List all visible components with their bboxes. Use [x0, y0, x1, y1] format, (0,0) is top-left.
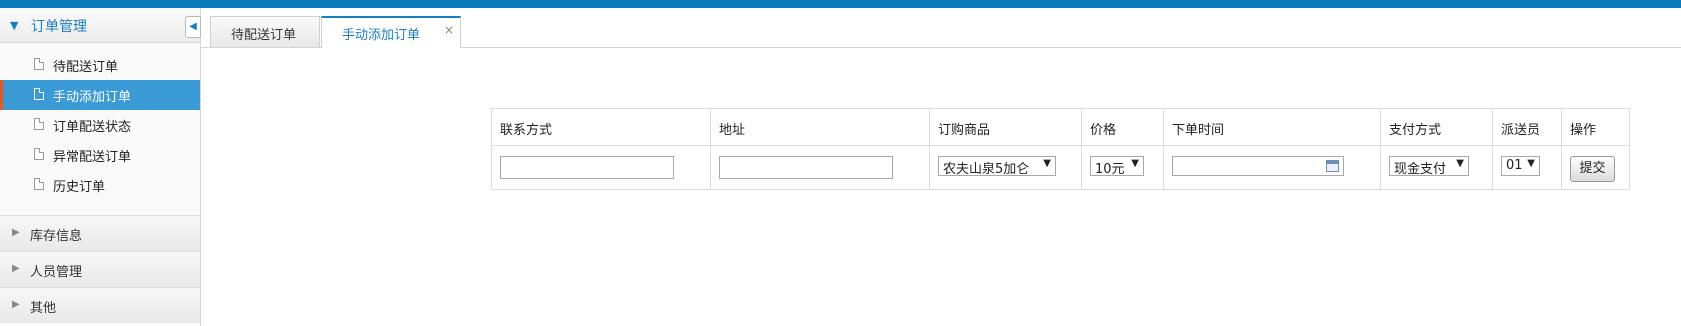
cell-payment: 现金支付 ▼: [1381, 146, 1493, 189]
tab-label: 待配送订单: [231, 28, 297, 43]
sidebar-group-personnel[interactable]: ▶ 人员管理: [0, 251, 200, 287]
sidebar-item-abnormal-orders[interactable]: 异常配送订单: [0, 140, 200, 170]
column-header-label: 订购商品: [938, 123, 991, 138]
sidebar: ▼ 订单管理 ◀ 待配送订单 手动添加订单 订单配送状态 异常配送订单 历史订单…: [0, 8, 201, 326]
caret-down-icon: ▼: [10, 19, 19, 32]
sidebar-item-label: 异常配送订单: [53, 150, 132, 165]
order-time-input[interactable]: [1172, 156, 1344, 176]
collapse-sidebar-button[interactable]: ◀: [185, 16, 201, 38]
sidebar-group-inventory[interactable]: ▶ 库存信息: [0, 215, 200, 251]
header-payment: 支付方式: [1381, 109, 1493, 146]
document-icon: [34, 58, 44, 70]
document-icon: [34, 148, 44, 160]
header-action: 操作: [1562, 109, 1629, 146]
cell-action: 提交: [1562, 146, 1629, 189]
header-price: 价格: [1082, 109, 1164, 146]
cell-product: 农夫山泉5加仑 ▼: [930, 146, 1082, 189]
header-courier: 派送员: [1493, 109, 1562, 146]
tab-bar: 待配送订单 手动添加订单 ×: [201, 16, 1681, 48]
column-header-label: 操作: [1570, 123, 1597, 138]
submit-button[interactable]: 提交: [1570, 156, 1615, 182]
sidebar-header-orders[interactable]: ▼ 订单管理 ◀: [0, 8, 201, 43]
cell-order-time: [1164, 146, 1381, 189]
column-header-label: 地址: [719, 123, 746, 138]
courier-select-value: 01: [1506, 158, 1523, 173]
sidebar-item-label: 历史订单: [53, 180, 106, 195]
sidebar-item-add-order[interactable]: 手动添加订单: [0, 80, 200, 110]
price-select[interactable]: 10元 ▼: [1090, 156, 1144, 177]
price-select-value: 10元: [1095, 162, 1125, 177]
cell-address: [711, 146, 930, 189]
document-icon: [34, 88, 44, 100]
product-select[interactable]: 农夫山泉5加仑 ▼: [938, 156, 1056, 177]
cell-courier: 01 ▼: [1493, 146, 1562, 189]
sidebar-item-label: 手动添加订单: [53, 90, 132, 105]
dropdown-arrow-icon: ▼: [1043, 158, 1051, 169]
tab-add-order[interactable]: 手动添加订单 ×: [321, 16, 461, 48]
document-icon: [34, 118, 44, 130]
caret-right-icon: ▶: [12, 263, 20, 274]
column-header-label: 价格: [1090, 123, 1117, 138]
header-address: 地址: [711, 109, 930, 146]
column-header-label: 派送员: [1501, 123, 1541, 138]
tab-label: 手动添加订单: [342, 28, 421, 43]
payment-select-value: 现金支付: [1394, 162, 1447, 177]
chevron-left-icon: ◀: [189, 21, 197, 32]
sidebar-header-title: 订单管理: [31, 19, 87, 35]
tab-pending-orders[interactable]: 待配送订单: [210, 16, 320, 47]
payment-select[interactable]: 现金支付 ▼: [1389, 156, 1469, 177]
caret-right-icon: ▶: [12, 299, 20, 310]
sidebar-item-label: 待配送订单: [53, 60, 119, 75]
document-icon: [34, 178, 44, 190]
sidebar-item-history-orders[interactable]: 历史订单: [0, 170, 200, 200]
close-icon[interactable]: ×: [444, 23, 454, 37]
top-bar: [0, 0, 1681, 8]
sidebar-group-label: 其他: [30, 301, 57, 316]
column-header-label: 支付方式: [1389, 123, 1442, 138]
dropdown-arrow-icon: ▼: [1527, 158, 1535, 169]
sidebar-group-other[interactable]: ▶ 其他: [0, 287, 200, 323]
cell-price: 10元 ▼: [1082, 146, 1164, 189]
product-select-value: 农夫山泉5加仑: [943, 162, 1030, 177]
sidebar-group-label: 库存信息: [30, 229, 83, 244]
dropdown-arrow-icon: ▼: [1456, 158, 1464, 169]
calendar-icon[interactable]: [1326, 160, 1339, 172]
sidebar-item-pending-orders[interactable]: 待配送订单: [0, 50, 200, 80]
header-contact: 联系方式: [492, 109, 711, 146]
courier-select[interactable]: 01 ▼: [1501, 156, 1540, 176]
dropdown-arrow-icon: ▼: [1131, 158, 1139, 169]
cell-contact: [492, 146, 711, 189]
sidebar-item-delivery-status[interactable]: 订单配送状态: [0, 110, 200, 140]
contact-input[interactable]: [500, 156, 674, 179]
sidebar-item-label: 订单配送状态: [53, 120, 132, 135]
header-product: 订购商品: [930, 109, 1082, 146]
address-input[interactable]: [719, 156, 893, 179]
header-order-time: 下单时间: [1164, 109, 1381, 146]
add-order-table: 联系方式 地址 订购商品 价格 下单时间 支付方式 派送员 操作 农夫山泉5加仑…: [491, 108, 1630, 190]
caret-right-icon: ▶: [12, 227, 20, 238]
column-header-label: 下单时间: [1172, 123, 1225, 138]
column-header-label: 联系方式: [500, 123, 553, 138]
sidebar-group-label: 人员管理: [30, 265, 83, 280]
